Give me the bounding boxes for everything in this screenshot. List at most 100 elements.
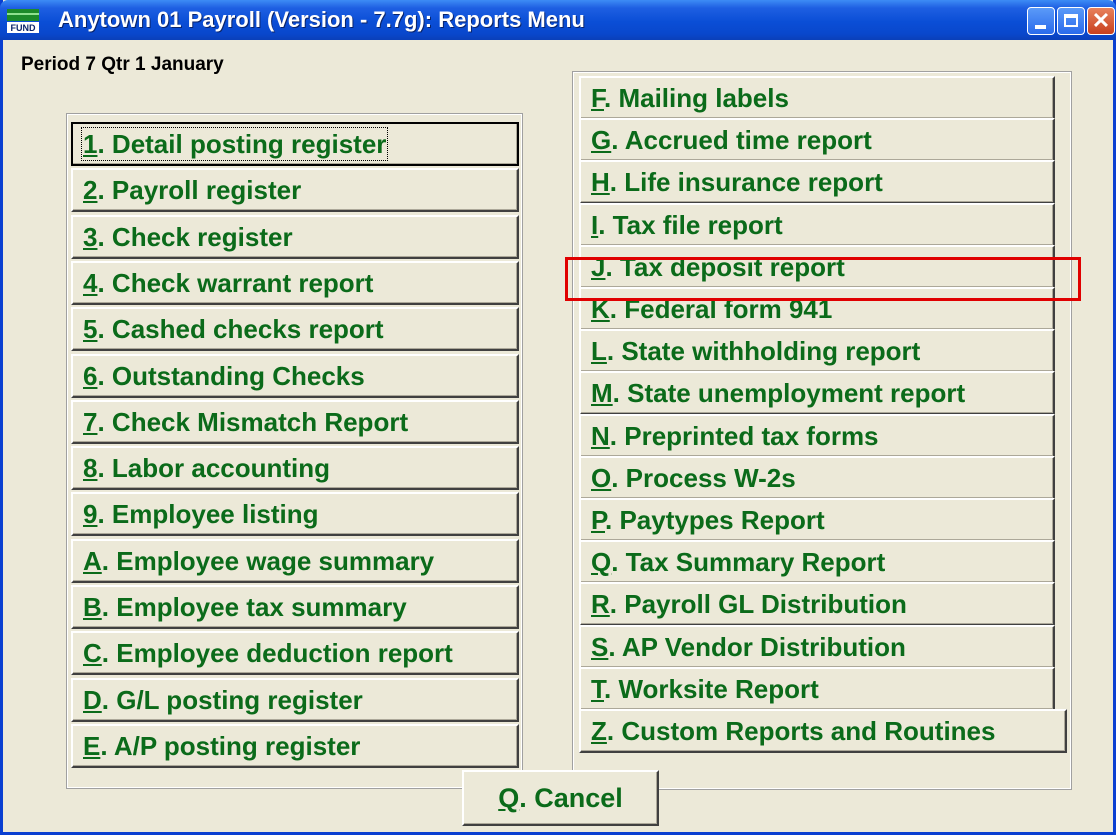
- menu-button-n[interactable]: N. Preprinted tax forms: [579, 414, 1055, 458]
- cancel-key: Q: [498, 783, 520, 813]
- close-button[interactable]: ✕: [1087, 7, 1115, 35]
- menu-shortcut-key: K: [591, 294, 610, 324]
- menu-shortcut-key: Q: [591, 547, 612, 577]
- maximize-icon: [1064, 14, 1078, 27]
- menu-label-text: . State withholding report: [606, 336, 921, 366]
- app-fund-icon: FUND: [7, 9, 39, 33]
- menu-button-label: Z. Custom Reports and Routines: [591, 716, 995, 746]
- maximize-button[interactable]: [1057, 7, 1085, 35]
- menu-button-label: B. Employee tax summary: [83, 592, 407, 622]
- menu-button-label: D. G/L posting register: [83, 685, 363, 715]
- menu-button-8[interactable]: 8. Labor accounting: [71, 446, 519, 490]
- menu-button-4[interactable]: 4. Check warrant report: [71, 261, 519, 305]
- menu-label-text: . Employee listing: [97, 499, 319, 529]
- menu-shortcut-key: 3: [83, 222, 98, 252]
- menu-button-7[interactable]: 7. Check Mismatch Report: [71, 400, 519, 444]
- menu-button-f[interactable]: F. Mailing labels: [579, 76, 1055, 120]
- cancel-label: . Cancel: [519, 783, 623, 813]
- menu-button-m[interactable]: M. State unemployment report: [579, 371, 1055, 415]
- menu-button-h[interactable]: H. Life insurance report: [579, 160, 1055, 204]
- menu-button-label: S. AP Vendor Distribution: [591, 632, 906, 662]
- menu-button-e[interactable]: E. A/P posting register: [71, 724, 519, 768]
- svg-text:FUND: FUND: [11, 23, 36, 33]
- menu-button-l[interactable]: L. State withholding report: [579, 329, 1055, 373]
- menu-button-label: L. State withholding report: [591, 336, 920, 366]
- period-label: Period 7 Qtr 1 January: [21, 54, 224, 75]
- menu-button-label: H. Life insurance report: [591, 167, 883, 197]
- menu-shortcut-key: E: [83, 731, 101, 761]
- menu-shortcut-key: 2: [83, 175, 98, 205]
- menu-button-label: M. State unemployment report: [591, 378, 965, 408]
- menu-button-label: 1. Detail posting register: [80, 127, 389, 161]
- close-icon: ✕: [1091, 8, 1111, 33]
- menu-label-text: . Process W-2s: [611, 463, 796, 493]
- menu-button-label: F. Mailing labels: [591, 83, 789, 113]
- menu-button-r[interactable]: R. Payroll GL Distribution: [579, 582, 1055, 626]
- menu-button-2[interactable]: 2. Payroll register: [71, 168, 519, 212]
- menu-button-s[interactable]: S. AP Vendor Distribution: [579, 625, 1055, 669]
- menu-button-j[interactable]: J. Tax deposit report: [579, 245, 1055, 289]
- menu-button-6[interactable]: 6. Outstanding Checks: [71, 354, 519, 398]
- menu-button-o[interactable]: O. Process W-2s: [579, 456, 1055, 500]
- menu-label-text: . Employee wage summary: [101, 546, 435, 576]
- title-bar[interactable]: FUND Anytown 01 Payroll (Version - 7.7g)…: [0, 0, 1116, 40]
- menu-shortcut-key: 9: [83, 499, 98, 529]
- menu-label-text: . Employee tax summary: [101, 592, 407, 622]
- menu-label-text: . Tax file report: [598, 210, 783, 240]
- cancel-button[interactable]: Q. Cancel: [462, 770, 659, 826]
- menu-button-label: 7. Check Mismatch Report: [83, 407, 408, 437]
- menu-button-a[interactable]: A. Employee wage summary: [71, 539, 519, 583]
- menu-label-text: . State unemployment report: [612, 378, 966, 408]
- menu-shortcut-key: P: [591, 505, 605, 535]
- menu-shortcut-key: L: [591, 336, 607, 366]
- minimize-button[interactable]: [1027, 7, 1055, 35]
- menu-label-text: . Detail posting register: [97, 129, 387, 159]
- menu-shortcut-key: 5: [83, 314, 98, 344]
- menu-shortcut-key: 1: [83, 129, 98, 159]
- reports-menu-window: FUND Anytown 01 Payroll (Version - 7.7g)…: [0, 0, 1116, 835]
- menu-shortcut-key: N: [591, 421, 610, 451]
- menu-shortcut-key: S: [591, 632, 609, 662]
- menu-button-label: N. Preprinted tax forms: [591, 421, 879, 451]
- menu-label-text: . Paytypes Report: [605, 505, 825, 535]
- menu-shortcut-key: B: [83, 592, 102, 622]
- menu-label-text: . Tax Summary Report: [611, 547, 886, 577]
- menu-button-c[interactable]: C. Employee deduction report: [71, 631, 519, 675]
- menu-shortcut-key: C: [83, 638, 102, 668]
- menu-shortcut-key: A: [83, 546, 102, 576]
- menu-button-q[interactable]: Q. Tax Summary Report: [579, 540, 1055, 584]
- menu-button-5[interactable]: 5. Cashed checks report: [71, 307, 519, 351]
- menu-button-label: C. Employee deduction report: [83, 638, 453, 668]
- menu-button-t[interactable]: T. Worksite Report: [579, 667, 1055, 711]
- menu-label-text: . Cashed checks report: [97, 314, 384, 344]
- menu-button-label: 6. Outstanding Checks: [83, 361, 365, 391]
- menu-button-g[interactable]: G. Accrued time report: [579, 118, 1055, 162]
- menu-button-1[interactable]: 1. Detail posting register: [71, 122, 519, 166]
- menu-button-label: 4. Check warrant report: [83, 268, 373, 298]
- menu-button-label: J. Tax deposit report: [591, 252, 845, 282]
- menu-label-text: . Check register: [97, 222, 293, 252]
- menu-button-label: 3. Check register: [83, 222, 293, 252]
- menu-shortcut-key: 7: [83, 407, 98, 437]
- menu-label-text: . Payroll GL Distribution: [609, 589, 907, 619]
- menu-button-label: K. Federal form 941: [591, 294, 832, 324]
- menu-button-k[interactable]: K. Federal form 941: [579, 287, 1055, 331]
- menu-button-d[interactable]: D. G/L posting register: [71, 678, 519, 722]
- menu-button-z[interactable]: Z. Custom Reports and Routines: [579, 709, 1067, 753]
- menu-shortcut-key: T: [591, 674, 604, 704]
- menu-label-text: . Outstanding Checks: [97, 361, 365, 391]
- menu-button-label: I. Tax file report: [591, 210, 783, 240]
- menu-button-label: 5. Cashed checks report: [83, 314, 384, 344]
- menu-button-3[interactable]: 3. Check register: [71, 215, 519, 259]
- menu-button-b[interactable]: B. Employee tax summary: [71, 585, 519, 629]
- menu-shortcut-key: R: [591, 589, 610, 619]
- menu-label-text: . G/L posting register: [101, 685, 363, 715]
- menu-button-label: T. Worksite Report: [591, 674, 819, 704]
- menu-button-label: R. Payroll GL Distribution: [591, 589, 907, 619]
- menu-button-p[interactable]: P. Paytypes Report: [579, 498, 1055, 542]
- menu-shortcut-key: G: [591, 125, 612, 155]
- menu-button-9[interactable]: 9. Employee listing: [71, 492, 519, 536]
- menu-shortcut-key: 8: [83, 453, 98, 483]
- menu-button-i[interactable]: I. Tax file report: [579, 203, 1055, 247]
- menu-shortcut-key: O: [591, 463, 612, 493]
